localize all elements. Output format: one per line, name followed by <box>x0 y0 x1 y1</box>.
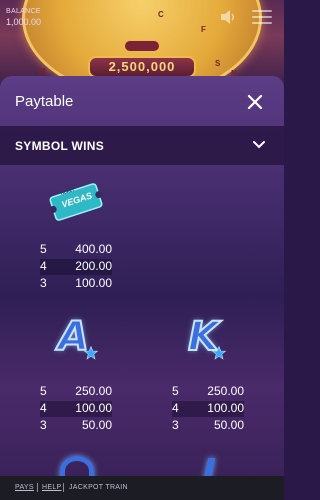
pay-count: 5 <box>40 242 47 256</box>
pay-row: 3 100.00 <box>40 276 112 292</box>
wheel-letter: S <box>215 59 221 68</box>
symbol-wins-section[interactable]: SYMBOL WINS <box>0 126 284 165</box>
pay-amount: 250.00 <box>207 384 244 398</box>
pay-row: 5 400.00 <box>40 242 112 258</box>
divider <box>63 483 64 492</box>
close-icon[interactable] <box>244 91 266 113</box>
pay-amount: 50.00 <box>213 418 244 432</box>
pay-row: 4 100.00 <box>40 401 112 417</box>
pay-count: 4 <box>40 259 47 273</box>
chevron-down-icon[interactable] <box>252 139 266 151</box>
pay-count: 3 <box>40 418 47 432</box>
pay-row: 5 250.00 <box>172 384 244 400</box>
bottom-bar: PAYS HELP JACKPOT TRAIN <box>0 476 284 500</box>
divider <box>37 483 38 492</box>
pay-count: 3 <box>40 276 47 290</box>
symbol-ticket: TICKET VEGAS <box>46 180 106 224</box>
pay-count: 5 <box>172 384 179 398</box>
balance-label: BALANCE <box>6 8 41 15</box>
symbol-a: A <box>56 313 106 364</box>
pay-amount: 200.00 <box>75 259 112 273</box>
pay-row: 5 250.00 <box>40 384 112 400</box>
pay-row: 3 50.00 <box>40 418 112 434</box>
pay-amount: 50.00 <box>81 418 112 432</box>
paytable-panel: Paytable SYMBOL WINS TICKET VEGAS 5 400.… <box>0 76 284 476</box>
pay-count: 4 <box>40 401 47 415</box>
symbol-k: K <box>186 313 236 364</box>
pay-amount: 100.00 <box>75 276 112 290</box>
pay-row: 3 50.00 <box>172 418 244 434</box>
paytable-header: Paytable <box>0 76 284 126</box>
pay-row: 4 100.00 <box>172 401 244 417</box>
pay-row: 4 200.00 <box>40 259 112 275</box>
pay-amount: 400.00 <box>75 242 112 256</box>
pay-amount: 250.00 <box>75 384 112 398</box>
jackpot-value: 2,500,000 <box>88 56 196 78</box>
menu-icon[interactable] <box>252 10 272 24</box>
balance-value: 1,000.00 <box>6 17 42 27</box>
speaker-icon[interactable] <box>219 9 237 25</box>
pay-count: 4 <box>172 401 179 415</box>
next-symbol-partial <box>203 458 216 476</box>
pay-amount: 100.00 <box>75 401 112 415</box>
next-symbol-partial <box>60 456 94 476</box>
wheel-letter: C <box>158 10 164 19</box>
train-badge <box>124 40 160 52</box>
star-icon <box>212 346 226 360</box>
pay-amount: 100.00 <box>207 401 244 415</box>
pays-link[interactable]: PAYS <box>15 484 34 491</box>
wheel-letter: M <box>39 67 46 76</box>
section-label: SYMBOL WINS <box>15 139 105 153</box>
wheel-letter: F <box>201 25 206 34</box>
pay-count: 5 <box>40 384 47 398</box>
pay-count: 3 <box>172 418 179 432</box>
help-link[interactable]: HELP <box>42 484 62 491</box>
paytable-title: Paytable <box>15 93 74 110</box>
game-name: JACKPOT TRAIN <box>69 484 128 491</box>
star-icon <box>84 346 98 360</box>
